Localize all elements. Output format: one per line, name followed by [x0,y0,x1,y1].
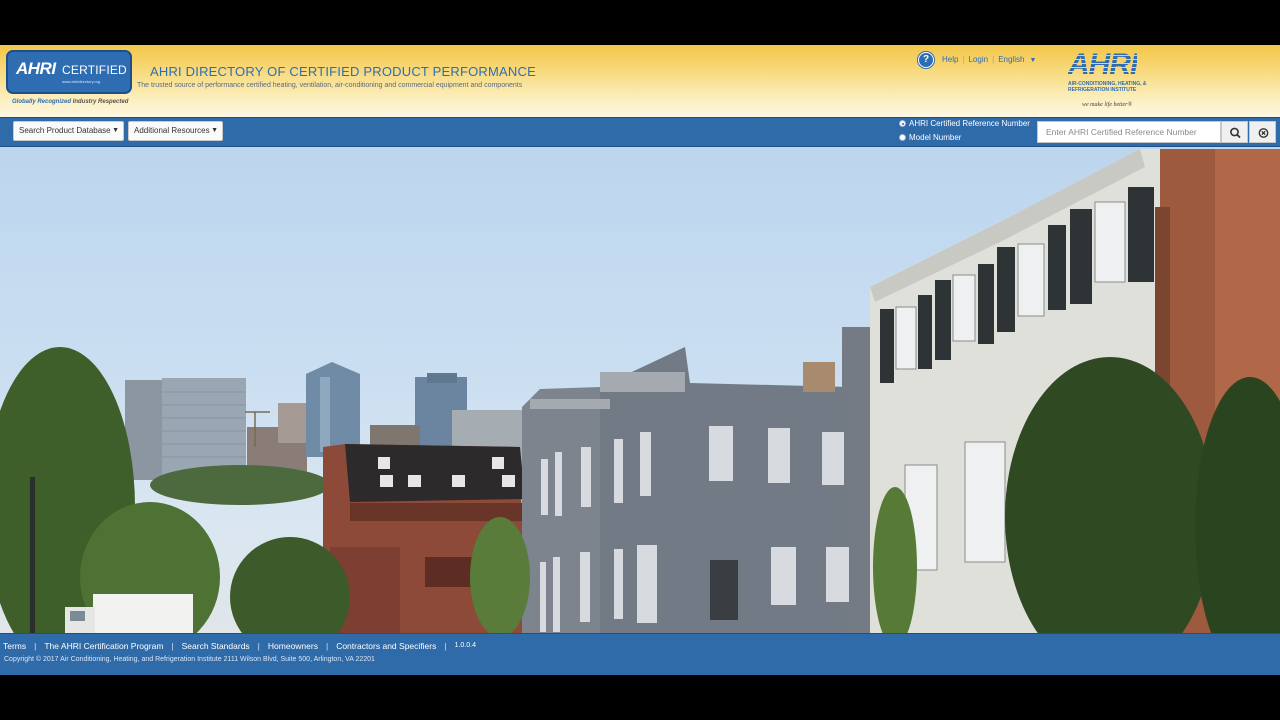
version-label: 1.0.0.4 [454,642,476,649]
radio-unselected-icon [899,134,906,141]
radio-reference-number[interactable]: AHRI Certified Reference Number [899,119,1030,128]
radio-reference-label: AHRI Certified Reference Number [909,119,1030,128]
magnifier-icon [1230,127,1241,139]
help-link[interactable]: Help [942,55,958,64]
footer-link-certification-program[interactable]: The AHRI Certification Program [44,641,163,651]
tagline-part-1: Globally Recognized [12,99,72,105]
footer-link-contractors[interactable]: Contractors and Specifiers [336,641,436,651]
reference-search-input[interactable] [1037,121,1221,143]
radio-selected-icon [899,120,906,127]
ahri-logo-motto: we make life better® [1082,102,1133,108]
page-title: AHRI DIRECTORY OF CERTIFIED PRODUCT PERF… [150,64,536,79]
separator: | [962,55,965,64]
separator: | [325,641,329,651]
ahri-certified-logo[interactable]: AHRI CERTIFIED www.ahridirectory.org Glo… [6,50,132,110]
ahri-logo-description: AIR-CONDITIONING, HEATING, & REFRIGERATI… [1068,81,1147,93]
badge-certified-text: CERTIFIED [62,63,127,77]
question-circle-icon[interactable]: ? [918,52,934,68]
caret-down-icon: ▼ [112,127,119,134]
footer-link-terms[interactable]: Terms [3,641,26,651]
footer-link-homeowners[interactable]: Homeowners [268,641,318,651]
separator: | [444,641,447,651]
logo-tagline: Globally Recognized Industry Respected [12,99,128,105]
hero-image [0,147,1280,633]
login-link[interactable]: Login [969,55,989,64]
search-db-label: Search Product Database [19,126,111,135]
circle-x-icon [1258,128,1269,138]
footer-links: Terms | The AHRI Certification Program | Sea… [3,641,476,651]
radio-model-label: Model Number [909,133,962,142]
additional-resources-dropdown[interactable]: Additional Resources ▼ [128,121,223,141]
language-selector[interactable]: English ▼ [998,55,1036,64]
page-subtitle: The trusted source of performance certif… [137,82,523,89]
separator: | [34,641,37,651]
city-street-photo [0,149,1280,633]
resources-label: Additional Resources [134,126,210,135]
separator: | [171,641,174,651]
separator: | [257,641,260,651]
footer-link-search-standards[interactable]: Search Standards [182,641,250,651]
badge-ahri-text: AHRI [16,59,56,78]
caret-down-icon: ▼ [211,127,218,134]
site-header: AHRI CERTIFIED www.ahridirectory.org Glo… [0,45,1280,117]
tagline-part-2: Industry Respected [72,99,129,105]
browser-viewport: AHRI CERTIFIED www.ahridirectory.org Glo… [0,45,1280,675]
search-button[interactable] [1221,121,1248,143]
language-label: English [998,55,1025,64]
ahri-logo-wordmark: AHRI [1068,48,1138,81]
certified-badge: AHRI CERTIFIED www.ahridirectory.org [6,50,132,94]
radio-model-number[interactable]: Model Number [899,133,961,142]
caret-down-icon: ▼ [1029,57,1037,64]
site-footer: Terms | The AHRI Certification Program | Sea… [0,633,1280,675]
ahri-org-logo[interactable]: AHRI AIR-CONDITIONING, HEATING, & REFRIG… [1066,48,1162,112]
copyright-text: Copyright © 2017 Air Conditioning, Heati… [4,656,375,663]
separator: | [992,55,995,64]
main-nav-bar: Search Product Database ▼ Additional Res… [0,117,1280,147]
clear-search-button[interactable] [1249,121,1276,143]
search-product-database-dropdown[interactable]: Search Product Database ▼ [13,121,124,141]
top-links: Help | Login | English ▼ [942,55,1036,64]
badge-url-text: www.ahridirectory.org [62,79,101,84]
